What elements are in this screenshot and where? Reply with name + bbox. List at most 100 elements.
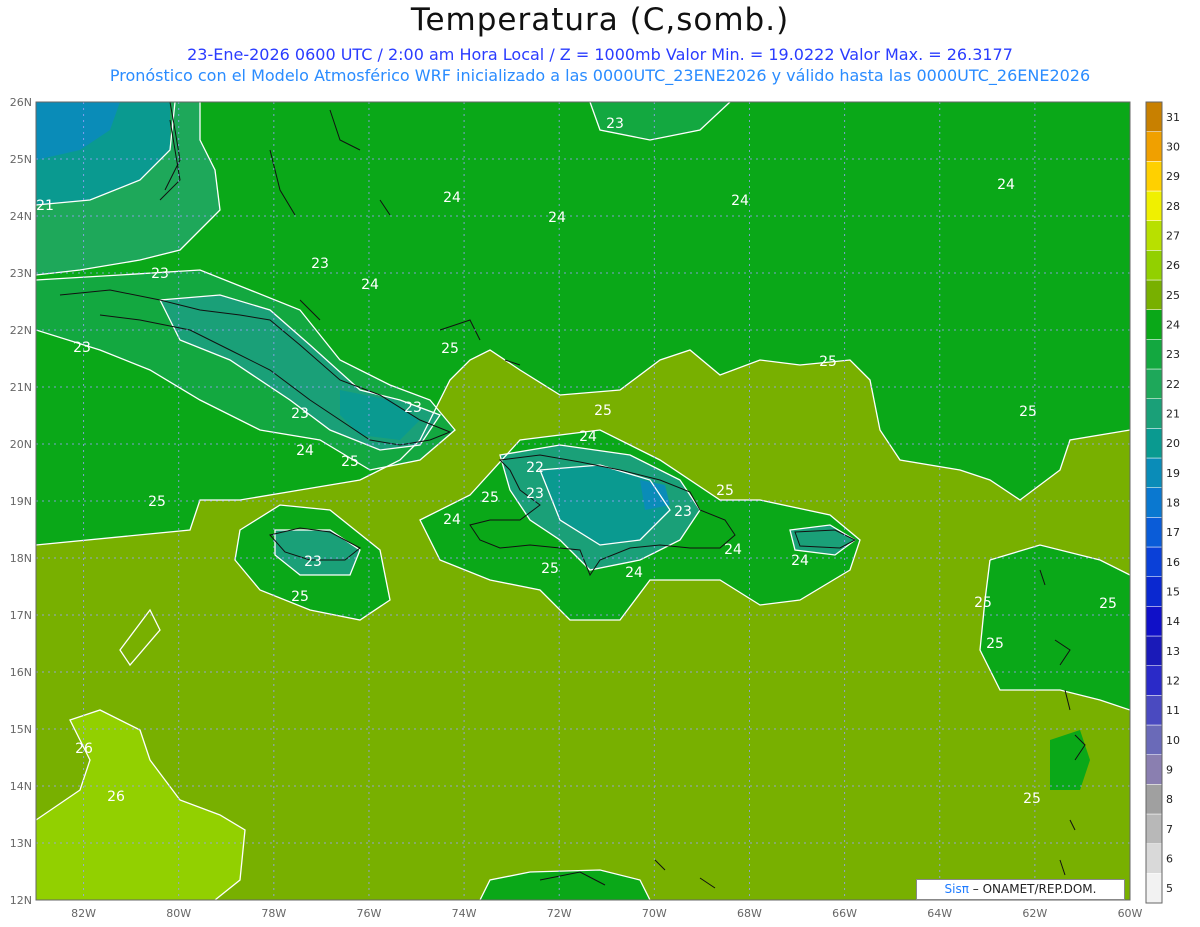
credit-box: Sisπ – ONAMET/REP.DOM. bbox=[916, 879, 1125, 900]
lat-tick-label: 22N bbox=[10, 324, 32, 337]
colorbar-label: 6 bbox=[1166, 853, 1173, 866]
lat-tick-label: 19N bbox=[10, 495, 32, 508]
contour-value-label: 25 bbox=[1099, 596, 1117, 612]
colorbar: 5 6 7 8 9 10 11 12 13 14 15 16 17 18 19 20 21 22 23 24 25 26 2… bbox=[1145, 101, 1180, 904]
contour-value-label: 24 bbox=[443, 190, 461, 206]
contour-value-label: 25 bbox=[148, 494, 166, 510]
colorbar-swatch bbox=[1145, 517, 1163, 548]
contour-value-label: 24 bbox=[548, 210, 566, 226]
latitude-axis: 26N 25N 24N 23N 22N 21N 20N 19N 18N 17N 16N 15N 14N 1… bbox=[10, 96, 32, 907]
colorbar-swatch bbox=[1145, 161, 1163, 192]
sispi-logo: Sisπ bbox=[944, 882, 969, 896]
contour-value-label: 25 bbox=[291, 589, 309, 605]
lat-tick-label: 16N bbox=[10, 666, 32, 679]
contour-value-label: 23 bbox=[404, 400, 422, 416]
longitude-axis: 82W 80W 78W 76W 74W 72W 70W 68W 66W 64W 62W 60W bbox=[71, 907, 1142, 920]
lon-tick-label: 70W bbox=[642, 907, 667, 920]
lat-tick-label: 17N bbox=[10, 609, 32, 622]
contour-value-label: 24 bbox=[296, 443, 314, 459]
colorbar-swatch bbox=[1145, 279, 1163, 310]
contour-value-label: 25 bbox=[819, 354, 837, 370]
contour-value-label: 25 bbox=[1023, 791, 1041, 807]
colorbar-label: 26 bbox=[1166, 259, 1180, 272]
contour-value-label: 25 bbox=[1019, 404, 1037, 420]
contour-value-label: 24 bbox=[731, 193, 749, 209]
colorbar-swatch bbox=[1145, 873, 1163, 904]
lat-tick-label: 18N bbox=[10, 552, 32, 565]
colorbar-label: 18 bbox=[1166, 497, 1180, 510]
colorbar-swatch bbox=[1145, 843, 1163, 874]
colorbar-swatch bbox=[1145, 487, 1163, 518]
colorbar-swatch bbox=[1145, 368, 1163, 399]
contour-value-label: 23 bbox=[73, 340, 91, 356]
colorbar-swatch bbox=[1145, 220, 1163, 251]
colorbar-label: 30 bbox=[1166, 141, 1180, 154]
lon-tick-label: 60W bbox=[1118, 907, 1143, 920]
colorbar-swatch bbox=[1145, 546, 1163, 577]
contour-value-label: 24 bbox=[579, 429, 597, 445]
contour-value-label: 22 bbox=[526, 460, 544, 476]
lat-tick-label: 21N bbox=[10, 381, 32, 394]
colorbar-label: 9 bbox=[1166, 764, 1173, 777]
contour-value-label: 24 bbox=[443, 512, 461, 528]
colorbar-label: 19 bbox=[1166, 467, 1180, 480]
lon-tick-label: 82W bbox=[71, 907, 96, 920]
colorbar-swatch bbox=[1145, 339, 1163, 370]
lon-tick-label: 64W bbox=[927, 907, 952, 920]
colorbar-swatch bbox=[1145, 724, 1163, 755]
contour-value-label: 23 bbox=[526, 486, 544, 502]
colorbar-label: 27 bbox=[1166, 230, 1180, 243]
contour-value-label: 24 bbox=[724, 542, 742, 558]
colorbar-swatch bbox=[1145, 101, 1163, 132]
colorbar-label: 28 bbox=[1166, 200, 1180, 213]
lon-tick-label: 66W bbox=[832, 907, 857, 920]
colorbar-label: 11 bbox=[1166, 704, 1180, 717]
colorbar-label: 20 bbox=[1166, 437, 1180, 450]
lat-tick-label: 20N bbox=[10, 438, 32, 451]
contour-value-label: 25 bbox=[986, 636, 1004, 652]
colorbar-label: 10 bbox=[1166, 734, 1180, 747]
colorbar-swatch bbox=[1145, 457, 1163, 488]
contour-value-label: 25 bbox=[974, 595, 992, 611]
colorbar-label: 5 bbox=[1166, 882, 1173, 895]
colorbar-label: 24 bbox=[1166, 319, 1180, 332]
contour-value-label: 24 bbox=[997, 177, 1015, 193]
temperature-map: 26N 25N 24N 23N 22N 21N 20N 19N 18N 17N 16N 15N 14N 1… bbox=[10, 96, 1180, 920]
colorbar-swatch bbox=[1145, 754, 1163, 785]
colorbar-swatch bbox=[1145, 695, 1163, 726]
contour-value-label: 26 bbox=[75, 741, 93, 757]
colorbar-swatch bbox=[1145, 576, 1163, 607]
contour-value-label: 23 bbox=[674, 504, 692, 520]
colorbar-label: 12 bbox=[1166, 675, 1180, 688]
colorbar-label: 29 bbox=[1166, 170, 1180, 183]
colorbar-label: 16 bbox=[1166, 556, 1180, 569]
colorbar-swatch bbox=[1145, 635, 1163, 666]
lat-tick-label: 26N bbox=[10, 96, 32, 109]
colorbar-label: 7 bbox=[1166, 823, 1173, 836]
lon-tick-label: 80W bbox=[166, 907, 191, 920]
credit-org: – ONAMET/REP.DOM. bbox=[968, 882, 1097, 896]
lon-tick-label: 76W bbox=[357, 907, 382, 920]
colorbar-label: 25 bbox=[1166, 289, 1180, 302]
contour-value-label: 25 bbox=[594, 403, 612, 419]
colorbar-label: 13 bbox=[1166, 645, 1180, 658]
lat-tick-label: 13N bbox=[10, 837, 32, 850]
lat-tick-label: 25N bbox=[10, 153, 32, 166]
lon-tick-label: 74W bbox=[452, 907, 477, 920]
colorbar-label: 14 bbox=[1166, 615, 1180, 628]
colorbar-swatch bbox=[1145, 813, 1163, 844]
colorbar-label: 15 bbox=[1166, 586, 1180, 599]
contour-value-label: 24 bbox=[361, 277, 379, 293]
colorbar-swatch bbox=[1145, 309, 1163, 340]
contour-value-label: 25 bbox=[441, 341, 459, 357]
contour-value-label: 25 bbox=[341, 454, 359, 470]
contour-value-label: 23 bbox=[311, 256, 329, 272]
colorbar-swatch bbox=[1145, 398, 1163, 429]
colorbar-label: 17 bbox=[1166, 526, 1180, 539]
colorbar-label: 8 bbox=[1166, 793, 1173, 806]
contour-value-label: 25 bbox=[481, 490, 499, 506]
contour-value-label: 25 bbox=[716, 483, 734, 499]
lon-tick-label: 78W bbox=[261, 907, 286, 920]
colorbar-swatch bbox=[1145, 665, 1163, 696]
contour-value-label: 25 bbox=[541, 561, 559, 577]
